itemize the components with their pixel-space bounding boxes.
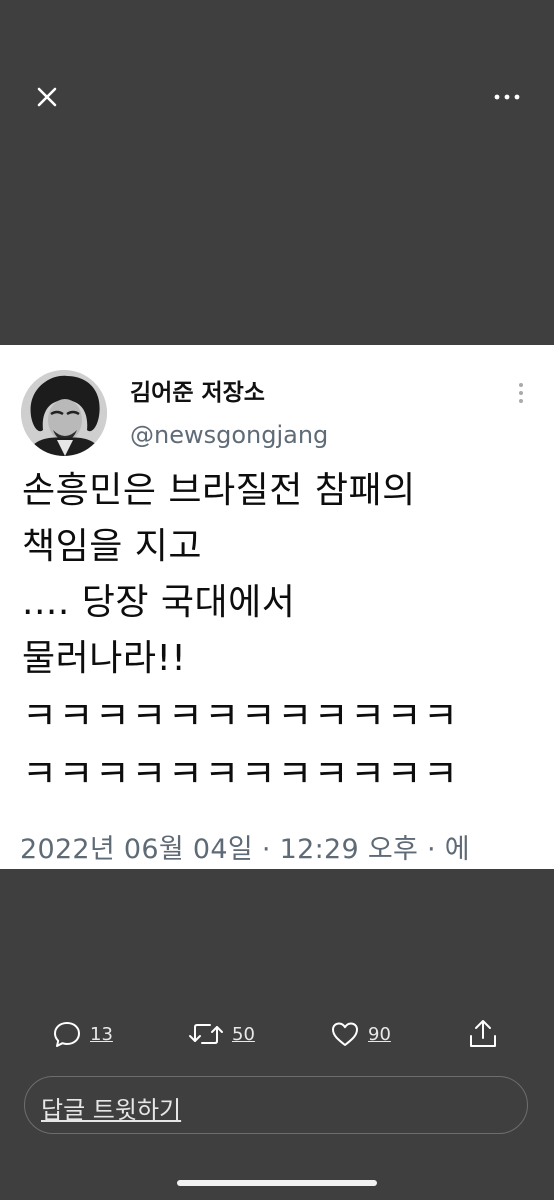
more-horizontal-icon[interactable] bbox=[490, 86, 524, 108]
reply-button[interactable]: 13 bbox=[52, 1012, 113, 1056]
share-icon[interactable] bbox=[467, 1018, 499, 1050]
tweet-laugh-line: ㅋㅋㅋㅋㅋㅋㅋㅋㅋㅋㅋㅋ bbox=[22, 752, 460, 796]
retweet-icon[interactable] bbox=[188, 1019, 224, 1049]
share-button[interactable] bbox=[467, 1012, 499, 1056]
tweet-action-bar: 13 50 90 bbox=[0, 1012, 554, 1056]
tweet-text: 손흥민은 브라질전 참패의 책임을 지고 .... 당장 국대에서 물러나라!!… bbox=[22, 463, 542, 803]
tweet-text-line: 손흥민은 브라질전 참패의 bbox=[22, 470, 416, 511]
avatar bbox=[21, 370, 107, 456]
tweet-text-line: 물러나라!! bbox=[22, 638, 187, 679]
media-viewer: 김어준 저장소 @newsgongjang 손흥민은 브라질전 참패의 책임을 … bbox=[0, 0, 554, 1200]
more-vertical-icon bbox=[512, 381, 530, 405]
reply-input[interactable]: 답글 트윗하기 bbox=[24, 1076, 528, 1134]
reply-input-placeholder: 답글 트윗하기 bbox=[41, 1096, 182, 1124]
tweet-text-line: .... 당장 국대에서 bbox=[22, 582, 296, 623]
display-name: 김어준 저장소 bbox=[130, 380, 265, 406]
tweet-laugh-line: ㅋㅋㅋㅋㅋㅋㅋㅋㅋㅋㅋㅋ bbox=[22, 694, 460, 738]
reply-icon[interactable] bbox=[52, 1019, 82, 1049]
close-button[interactable] bbox=[30, 80, 64, 114]
avatar-photo-icon bbox=[21, 370, 107, 456]
tweet-screenshot-image: 김어준 저장소 @newsgongjang 손흥민은 브라질전 참패의 책임을 … bbox=[0, 345, 554, 869]
user-handle: @newsgongjang bbox=[130, 421, 329, 449]
heart-icon[interactable] bbox=[330, 1019, 360, 1049]
tweet-timestamp: 2022년 06월 04일 · 12:29 오후 · 에 bbox=[20, 834, 470, 865]
retweet-button[interactable]: 50 bbox=[188, 1012, 255, 1056]
like-button[interactable]: 90 bbox=[330, 1012, 391, 1056]
tweet-text-line: 책임을 지고 bbox=[22, 526, 203, 567]
home-indicator[interactable] bbox=[177, 1180, 377, 1186]
reply-count: 13 bbox=[90, 1023, 113, 1045]
like-count: 90 bbox=[368, 1023, 391, 1045]
close-icon[interactable] bbox=[30, 80, 64, 114]
more-options-button[interactable] bbox=[490, 86, 524, 108]
retweet-count: 50 bbox=[232, 1023, 255, 1045]
